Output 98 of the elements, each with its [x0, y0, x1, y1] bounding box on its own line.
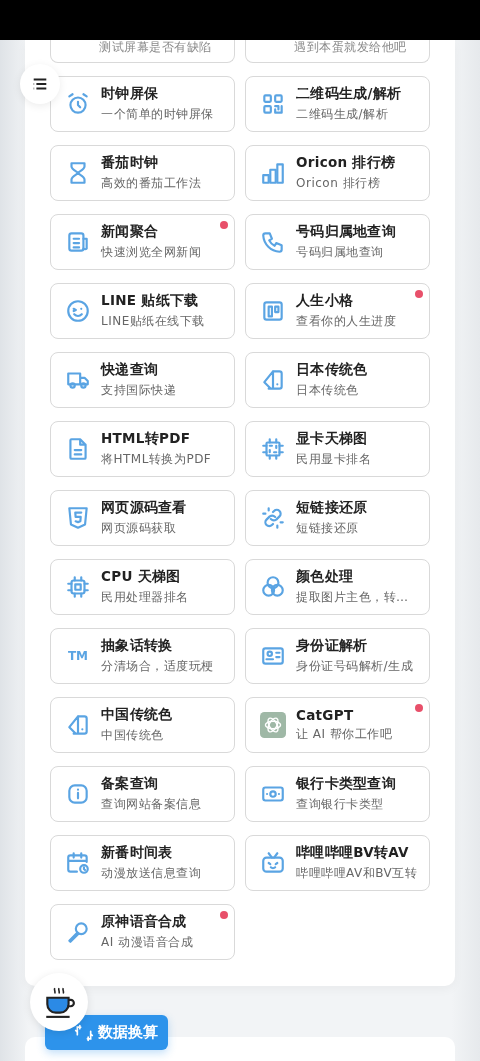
tool-subtitle: 网页源码获取	[101, 520, 177, 537]
tool-subtitle: Oricon 排行榜	[296, 175, 382, 192]
tool-card[interactable]: 中国传统色 中国传统色	[50, 697, 235, 753]
tool-card[interactable]: 哔哩哔哩BV转AV 哔哩哔哩AV和BV互转	[245, 835, 430, 891]
tool-title: LINE 贴纸下载	[101, 292, 200, 310]
tool-subtitle: 日本传统色	[296, 382, 360, 399]
tool-subtitle: 查询银行卡类型	[296, 796, 385, 813]
tool-card[interactable]: 网页源码查看 网页源码获取	[50, 490, 235, 546]
tool-subtitle: 动漫放送信息查询	[101, 865, 201, 882]
tool-subtitle: 支持国际快递	[101, 382, 176, 399]
swatch-icon	[65, 712, 91, 738]
tool-title: 原神语音合成	[101, 913, 188, 931]
tool-subtitle: 高效的番茄工作法	[101, 175, 201, 192]
tool-card[interactable]: 新番时间表 动漫放送信息查询	[50, 835, 235, 891]
chip-icon	[260, 436, 286, 462]
tool-card[interactable]: Oricon 排行榜 Oricon 排行榜	[245, 145, 430, 201]
tool-title: 中国传统色	[101, 706, 173, 724]
tool-subtitle: LINE贴纸在线下载	[101, 313, 205, 330]
tool-title: CatGPT	[296, 707, 355, 723]
tool-title: 快递查询	[101, 361, 160, 379]
tool-title: 日本传统色	[296, 361, 368, 379]
shield-icon	[65, 505, 91, 531]
tool-title: 网页源码查看	[101, 499, 187, 517]
tool-subtitle: 中国传统色	[101, 727, 165, 744]
tool-card[interactable]: 番茄时钟 高效的番茄工作法	[50, 145, 235, 201]
tool-subtitle: 哔哩哔哩AV和BV互转	[296, 865, 418, 882]
tool-card[interactable]: 银行卡类型查询 查询银行卡类型	[245, 766, 430, 822]
tool-card[interactable]: 日本传统色 日本传统色	[245, 352, 430, 408]
tool-card[interactable]: 备案查询 查询网站备案信息	[50, 766, 235, 822]
tool-card[interactable]: 测试屏幕是否有缺陷	[50, 40, 235, 63]
tool-title: 人生小格	[296, 292, 355, 310]
tool-subtitle: 身份证号码解析/生成	[296, 658, 414, 675]
calendar-clock-icon	[65, 850, 91, 876]
tool-subtitle: 快速浏览全网新闻	[101, 244, 201, 261]
tool-card[interactable]: 遇到本蛋就发给他吧	[245, 40, 430, 63]
tool-title: 颜色处理	[296, 568, 355, 586]
tool-subtitle: 提取图片主色，转…	[296, 589, 409, 606]
tool-subtitle: 查看你的人生进度	[296, 313, 396, 330]
tool-card[interactable]: 快递查询 支持国际快递	[50, 352, 235, 408]
tool-subtitle: 民用处理器排名	[101, 589, 189, 606]
info-icon	[65, 781, 91, 807]
tool-title: 哔哩哔哩BV转AV	[296, 844, 410, 862]
tool-title: Oricon 排行榜	[296, 154, 396, 172]
bar-chart-icon	[260, 160, 286, 186]
tool-card[interactable]: 新闻聚合 快速浏览全网新闻	[50, 214, 235, 270]
knot-logo-icon	[260, 712, 286, 738]
tool-title: 银行卡类型查询	[296, 775, 397, 793]
kanban-icon	[260, 298, 286, 324]
tool-card[interactable]: 原神语音合成 AI 动漫语音合成	[50, 904, 235, 960]
tool-title: 抽象话转换	[101, 637, 174, 655]
tool-card[interactable]: 时钟屏保 一个简单的时钟屏保	[50, 76, 235, 132]
tool-subtitle: 民用显卡排名	[296, 451, 371, 468]
tool-subtitle: 让 AI 帮你工作吧	[296, 726, 393, 743]
tool-title: CPU 天梯图	[101, 568, 182, 586]
tool-title: 身份证解析	[296, 637, 369, 655]
tool-subtitle: 一个简单的时钟屏保	[101, 106, 214, 123]
broken-link-icon	[260, 505, 286, 531]
alarm-clock-icon	[65, 91, 91, 117]
tool-subtitle: 将HTML转换为PDF	[101, 451, 212, 468]
tool-title: 备案查询	[101, 775, 160, 793]
tool-title: HTML转PDF	[101, 430, 192, 448]
tool-card[interactable]: 显卡天梯图 民用显卡排名	[245, 421, 430, 477]
tool-title: 番茄时钟	[101, 154, 160, 172]
tool-subtitle: 短链接还原	[296, 520, 360, 537]
circles-icon	[260, 574, 286, 600]
tool-title: 时钟屏保	[101, 85, 160, 103]
tool-subtitle: 号码归属地查询	[296, 244, 385, 261]
tool-subtitle: AI 动漫语音合成	[101, 934, 194, 951]
tool-subtitle: 分清场合，适度玩梗	[101, 658, 214, 675]
newspaper-icon	[65, 229, 91, 255]
tv-face-icon	[260, 850, 286, 876]
chip-icon	[65, 574, 91, 600]
tool-subtitle: 遇到本蛋就发给他吧	[294, 40, 407, 54]
tool-card[interactable]: 身份证解析 身份证号码解析/生成	[245, 628, 430, 684]
tool-title: 显卡天梯图	[296, 430, 369, 448]
tool-card[interactable]: 颜色处理 提取图片主色，转…	[245, 559, 430, 615]
tool-title: 二维码生成/解析	[296, 85, 402, 103]
tool-card[interactable]: 人生小格 查看你的人生进度	[245, 283, 430, 339]
smiley-icon	[65, 298, 91, 324]
tool-title: 新番时间表	[101, 844, 174, 862]
menu-button[interactable]	[20, 64, 60, 104]
tool-card[interactable]: LINE 贴纸下载 LINE贴纸在线下载	[50, 283, 235, 339]
qr-code-icon	[260, 91, 286, 117]
tool-card[interactable]: CatGPT 让 AI 帮你工作吧	[245, 697, 430, 753]
tool-card[interactable]: CPU 天梯图 民用处理器排名	[50, 559, 235, 615]
tool-card[interactable]: 二维码生成/解析 二维码生成/解析	[245, 76, 430, 132]
tool-subtitle: 查询网站备案信息	[101, 796, 201, 813]
phone-icon	[260, 229, 286, 255]
tool-title: 号码归属地查询	[296, 223, 397, 241]
tool-card[interactable]: HTML转PDF 将HTML转换为PDF	[50, 421, 235, 477]
tool-subtitle: 二维码生成/解析	[296, 106, 390, 123]
tool-title: 短链接还原	[296, 499, 368, 517]
tool-title: 新闻聚合	[101, 223, 160, 241]
tool-card[interactable]: 号码归属地查询 号码归属地查询	[245, 214, 430, 270]
tool-card[interactable]: 短链接还原 短链接还原	[245, 490, 430, 546]
swatch-icon	[260, 367, 286, 393]
tool-subtitle: 测试屏幕是否有缺陷	[99, 40, 212, 54]
tm-icon: TM	[65, 649, 91, 663]
